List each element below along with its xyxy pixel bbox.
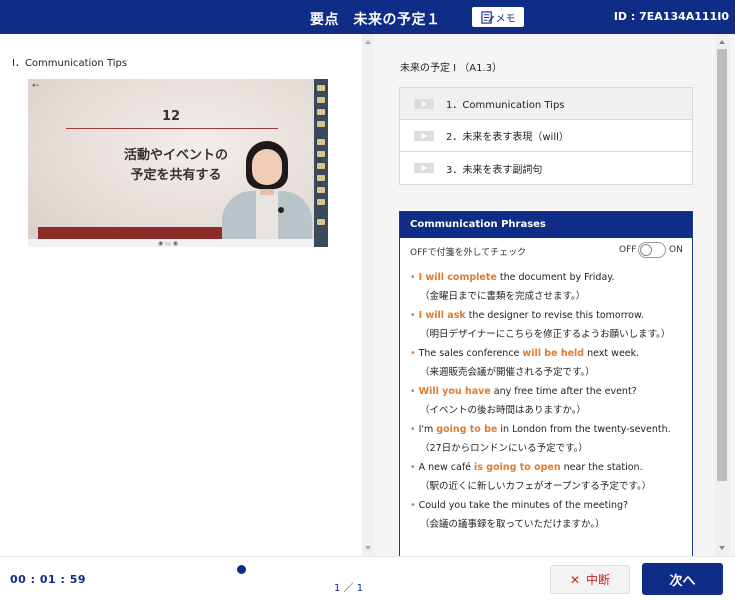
toggle-instruction: OFFで付箋を外してチェック (410, 248, 527, 258)
page-count: 1 ／ 1 (334, 583, 364, 594)
phrase-translation: （イベントの後お時間はありますか。） (420, 405, 587, 416)
stop-label: 中断 (586, 573, 611, 587)
tool-icon[interactable] (317, 121, 325, 127)
toggle-knob (640, 244, 652, 256)
play-icon (414, 98, 434, 109)
video-slide: ← 12 活動やイベントの 予定を共有する (28, 79, 314, 247)
tool-icon[interactable] (317, 85, 325, 91)
chapter-label: 2．未来を表す表現（will） (446, 132, 569, 143)
playback-icon[interactable]: ◉ ▭ ◉ (158, 240, 178, 247)
phrase-list: • I will complete the document by Friday.… (400, 262, 692, 534)
scroll-up-icon[interactable] (719, 40, 725, 44)
chapter-item-2[interactable]: 2．未来を表す表現（will） (400, 120, 692, 152)
scroll-up-icon[interactable] (365, 40, 371, 44)
left-scrollbar[interactable] (362, 34, 374, 556)
next-button[interactable]: 次へ (642, 563, 723, 595)
slide-toolbar (314, 79, 328, 247)
chapter-label: 1．Communication Tips (446, 100, 565, 111)
memo-label: メモ (495, 13, 516, 25)
tool-icon[interactable] (317, 139, 325, 145)
section-title: I．Communication Tips (12, 58, 128, 69)
tool-icon[interactable] (317, 163, 325, 169)
elapsed-timer: 00 : 01 : 59 (10, 573, 87, 586)
tool-icon[interactable] (317, 219, 325, 225)
phrase-item: • I'm going to be in London from the twen… (410, 420, 682, 458)
phrase-item: • I will complete the document by Friday.… (410, 268, 682, 306)
highlight-phrase: is going to open (474, 462, 561, 473)
phrase-translation: （会議の議事録を取っていただけますか。） (420, 519, 605, 530)
play-icon (414, 163, 434, 173)
chapter-item-1[interactable]: 1．Communication Tips (400, 88, 692, 120)
phrase-item: • I will ask the designer to revise this … (410, 306, 682, 344)
back-arrow-icon[interactable]: ← (32, 81, 40, 91)
phrase-item: • Will you have any free time after the e… (410, 382, 682, 420)
lesson-title: 未来の予定 I （A1.3） (400, 63, 503, 74)
tool-icon[interactable] (317, 199, 325, 205)
sticky-toggle-row: OFFで付箋を外してチェック OFF ON (400, 238, 692, 262)
close-icon: ✕ (569, 572, 581, 587)
slide-number: 12 (162, 109, 181, 124)
scroll-down-icon[interactable] (719, 546, 725, 550)
highlight-phrase: going to be (436, 424, 498, 435)
left-pane: I．Communication Tips ← 12 活動やイベントの 予定を共有… (0, 34, 374, 556)
bottom-bar: 00 : 01 : 59 1 ／ 1 ✕ 中断 次へ (0, 556, 735, 600)
page-indicator-dot[interactable] (237, 565, 246, 574)
stop-button[interactable]: ✕ 中断 (550, 565, 630, 594)
phrase-translation: （来週販売会議が開催される予定です。） (420, 367, 595, 378)
memo-button[interactable]: メモ (472, 7, 524, 27)
content-id: ID : 7EA134A111I0 (613, 10, 729, 23)
play-icon (414, 130, 434, 141)
tool-icon[interactable] (317, 175, 325, 181)
phrase-item: • A new café is going to open near the st… (410, 458, 682, 496)
toggle-on-label: ON (669, 245, 683, 255)
slide-divider (66, 128, 278, 129)
video-controls[interactable]: ◉ ▭ ◉ (28, 239, 314, 247)
slide-text-content: 活動やイベントの 予定を共有する (123, 148, 228, 183)
phrase-translation: （明日デザイナーにこちらを修正するようお願いします。） (420, 329, 671, 340)
presenter-image (218, 141, 314, 247)
microphone-icon (278, 207, 284, 213)
phrase-translation: （金曜日までに書類を完成させます。） (420, 291, 586, 302)
sticky-note-toggle[interactable] (638, 242, 666, 258)
phrase-item: • The sales conference will be held next … (410, 344, 682, 382)
highlight-phrase: will be held (522, 348, 585, 359)
phrase-translation: （27日からロンドンにいる予定です。） (420, 443, 588, 454)
highlight-phrase: Will you have (418, 386, 491, 397)
header-bar: 要点 未来の予定１ メモ ID : 7EA134A111I0 (0, 0, 735, 34)
communication-phrases-panel: Communication Phrases OFFで付箋を外してチェック OFF… (399, 211, 693, 556)
tool-icon[interactable] (317, 109, 325, 115)
scrollbar-thumb[interactable] (717, 49, 727, 481)
chapter-item-3[interactable]: 3．未来を表す副詞句 (400, 152, 692, 184)
scroll-down-icon[interactable] (365, 546, 371, 550)
tool-icon[interactable] (317, 151, 325, 157)
phrases-header: Communication Phrases (400, 212, 692, 238)
tool-icon[interactable] (317, 97, 325, 103)
right-pane: 未来の予定 I （A1.3） 1．Communication Tips 2．未来… (374, 34, 735, 556)
toggle-off-label: OFF (619, 245, 637, 255)
highlight-phrase: I will ask (418, 310, 466, 321)
tool-icon[interactable] (317, 187, 325, 193)
page-title: 要点 未来の予定１ (310, 12, 441, 28)
phrase-translation: （駅の近くに新しいカフェがオープンする予定です。） (420, 481, 652, 492)
right-scrollbar[interactable] (715, 34, 729, 556)
chapter-list: 1．Communication Tips 2．未来を表す表現（will） 3．未… (399, 87, 693, 185)
chapter-label: 3．未来を表す副詞句 (446, 164, 543, 176)
phrase-item: • Could you take the minutes of the meeti… (410, 496, 682, 534)
memo-icon (480, 10, 494, 24)
highlight-phrase: I will complete (418, 272, 497, 283)
video-player[interactable]: ← 12 活動やイベントの 予定を共有する ◉ ▭ ◉ (28, 79, 328, 247)
